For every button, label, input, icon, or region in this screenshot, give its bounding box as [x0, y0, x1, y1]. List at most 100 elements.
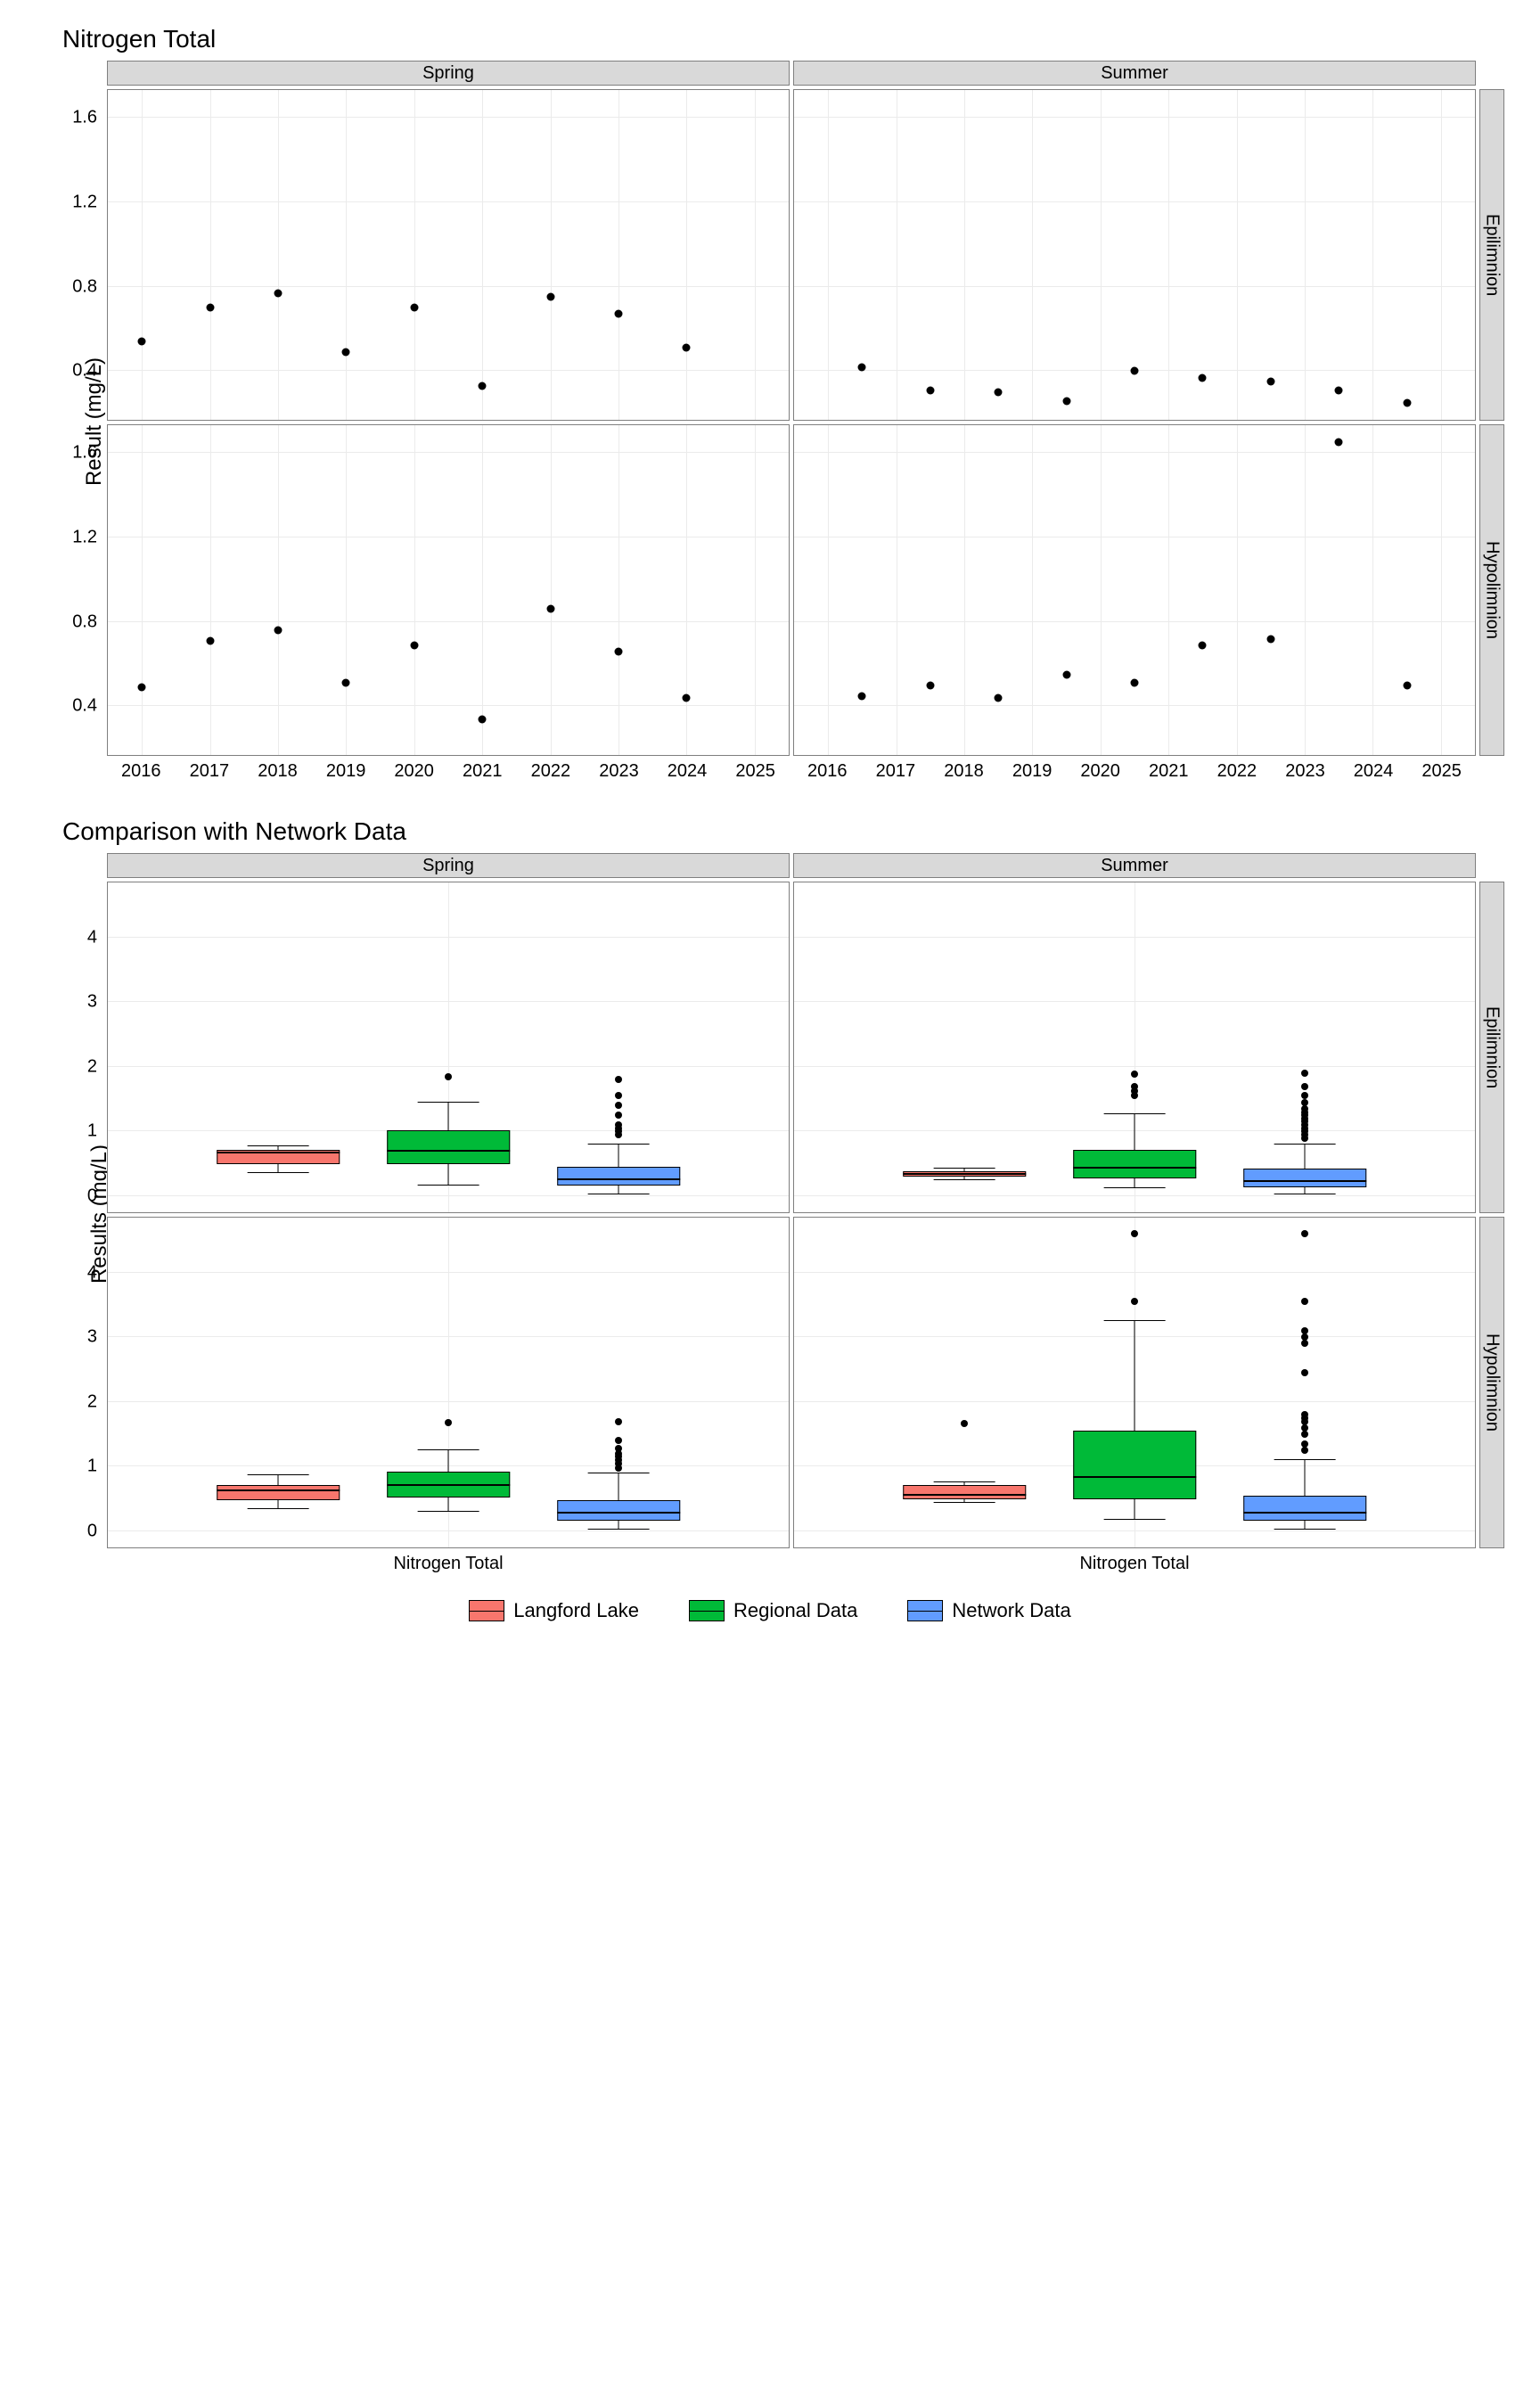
x-axis2-spring: Nitrogen Total [107, 1550, 790, 1574]
legend-swatch [469, 1600, 504, 1621]
panel-summer-epi [793, 89, 1476, 421]
legend-item-langford: Langford Lake [469, 1599, 639, 1622]
strip-col-summer: Summer [793, 61, 1476, 86]
data-point [138, 684, 146, 692]
data-point [274, 627, 283, 635]
data-point [1335, 386, 1343, 394]
outlier-point [1301, 1340, 1308, 1347]
outlier-point [615, 1102, 622, 1109]
data-point [342, 679, 350, 687]
data-point [1062, 670, 1070, 678]
outlier-point [1301, 1298, 1308, 1305]
scatter-facets: Result (mg/L) Spring Summer 0.40.81.21.6… [36, 61, 1504, 782]
boxplot-box [387, 1130, 510, 1164]
strip-row-hypo: Hypolimnion [1479, 424, 1504, 756]
legend-item-network: Network Data [907, 1599, 1070, 1622]
panel-spring-hypo: 0.40.81.21.6 [107, 424, 790, 756]
outlier-point [1301, 1411, 1308, 1418]
panel-spring-epi: 0.40.81.21.6 [107, 89, 790, 421]
outlier-point [1301, 1070, 1308, 1077]
outlier-point [961, 1420, 968, 1427]
outlier-point [1131, 1298, 1138, 1305]
outlier-point [1301, 1333, 1308, 1341]
chart2-title: Comparison with Network Data [62, 817, 1504, 846]
outlier-point [1301, 1092, 1308, 1099]
data-point [1335, 438, 1343, 446]
data-point [1403, 399, 1411, 407]
boxplot-box [387, 1472, 510, 1498]
strip2-col-spring: Spring [107, 853, 790, 878]
data-point [342, 349, 350, 357]
data-point [995, 693, 1003, 702]
data-point [926, 681, 934, 689]
data-point [1266, 378, 1274, 386]
panel2-spring-epi: 01234 [107, 882, 790, 1213]
outlier-point [1301, 1440, 1308, 1448]
outlier-point [615, 1092, 622, 1099]
data-point [926, 386, 934, 394]
outlier-point [615, 1121, 622, 1128]
data-point [274, 289, 283, 297]
panel2-spring-hypo: 01234 [107, 1217, 790, 1548]
data-point [410, 641, 418, 649]
outlier-point [445, 1073, 452, 1080]
legend-swatch [907, 1600, 943, 1621]
boxplot-box [217, 1485, 340, 1500]
outlier-point [1301, 1431, 1308, 1438]
x-axis2-summer: Nitrogen Total [793, 1550, 1476, 1574]
x-axis-summer: 2016201720182019202020212022202320242025 [793, 758, 1476, 782]
data-point [206, 304, 214, 312]
strip2-row-hypo: Hypolimnion [1479, 1217, 1504, 1548]
boxplot-box [903, 1485, 1026, 1499]
data-point [479, 715, 487, 723]
x-axis-spring: 2016201720182019202020212022202320242025 [107, 758, 790, 782]
outlier-point [615, 1445, 622, 1452]
strip-col-spring: Spring [107, 61, 790, 86]
data-point [410, 304, 418, 312]
data-point [995, 389, 1003, 397]
boxplot-box [557, 1167, 680, 1186]
boxplot-facets: Results (mg/L) Spring Summer 01234 Epili… [36, 853, 1504, 1574]
data-point [1062, 397, 1070, 405]
data-point [683, 693, 691, 702]
strip-row-epi: Epilimnion [1479, 89, 1504, 421]
data-point [546, 293, 554, 301]
outlier-point [1131, 1071, 1138, 1078]
data-point [138, 338, 146, 346]
legend-item-regional: Regional Data [689, 1599, 857, 1622]
data-point [683, 344, 691, 352]
outlier-point [615, 1418, 622, 1425]
outlier-point [445, 1419, 452, 1426]
outlier-point [1301, 1105, 1308, 1112]
boxplot-box [557, 1500, 680, 1520]
boxplot-box [1243, 1496, 1366, 1521]
outlier-point [1301, 1447, 1308, 1454]
data-point [479, 382, 487, 390]
outlier-point [1301, 1083, 1308, 1090]
data-point [1131, 367, 1139, 375]
outlier-point [1301, 1369, 1308, 1376]
chart1-title: Nitrogen Total [62, 25, 1504, 53]
strip2-row-epi: Epilimnion [1479, 882, 1504, 1213]
data-point [1199, 641, 1207, 649]
outlier-point [1301, 1327, 1308, 1334]
outlier-point [615, 1437, 622, 1444]
boxplot-box [1073, 1150, 1196, 1178]
data-point [1131, 679, 1139, 687]
outlier-point [1131, 1230, 1138, 1237]
outlier-point [615, 1112, 622, 1119]
data-point [1266, 635, 1274, 643]
data-point [615, 647, 623, 655]
panel-summer-hypo [793, 424, 1476, 756]
strip2-col-summer: Summer [793, 853, 1476, 878]
legend: Langford Lake Regional Data Network Data [36, 1599, 1504, 1622]
panel2-summer-hypo [793, 1217, 1476, 1548]
outlier-point [1301, 1424, 1308, 1432]
boxplot-box [903, 1171, 1026, 1177]
data-point [858, 363, 866, 371]
boxplot-box [217, 1150, 340, 1164]
data-point [1199, 373, 1207, 382]
data-point [858, 692, 866, 700]
outlier-point [1301, 1099, 1308, 1106]
outlier-point [1301, 1230, 1308, 1237]
